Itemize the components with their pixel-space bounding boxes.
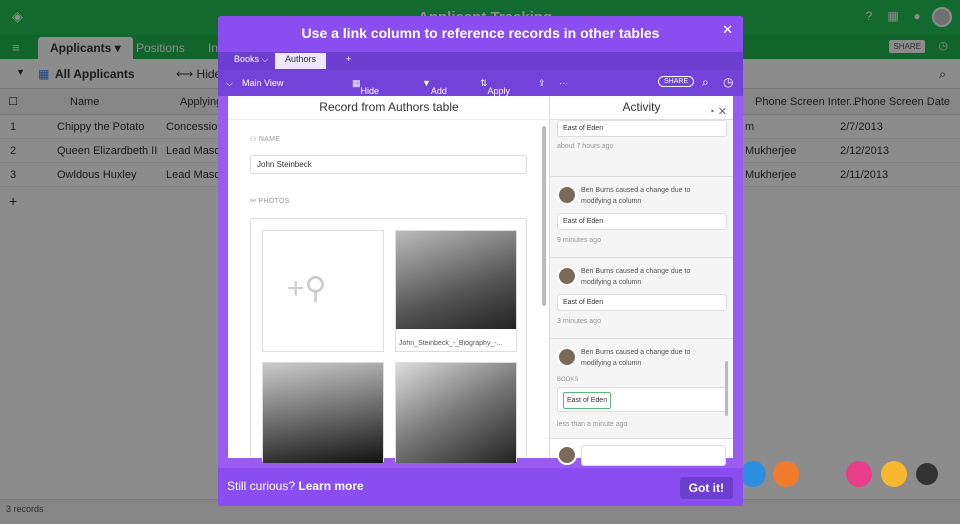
avatar xyxy=(557,347,577,367)
tab-authors[interactable]: Authors xyxy=(275,53,327,69)
calendar-icon[interactable] xyxy=(773,461,799,487)
tab-label: Books xyxy=(234,54,260,64)
photo-thumbnail xyxy=(396,363,516,463)
activity-item: Ben Burns caused a change due to modifyi… xyxy=(550,339,733,439)
linked-record-chip[interactable]: East of Eden xyxy=(563,392,612,409)
activity-text: Ben Burns caused a change due to modifyi… xyxy=(581,187,691,205)
activity-title: Activity ◔ ✕ xyxy=(550,96,733,120)
record-panel: Record from Authors table ⚇ NAME John St… xyxy=(228,96,550,463)
activity-panel: Activity ◔ ✕ East of Eden about 7 hours … xyxy=(550,96,733,466)
photos-field: +⚲ John_Steinbeck_-_Biography_-... xyxy=(250,218,527,463)
add-filter-button[interactable]: ▼ Add filter xyxy=(422,78,448,106)
activity-title-text: Activity xyxy=(622,100,661,114)
add-table-button[interactable]: + xyxy=(336,53,361,69)
record-title: Record from Authors table xyxy=(228,96,550,120)
hide-columns-button[interactable]: ▦ Hide columns xyxy=(352,78,394,106)
footer-text: Still curious? Learn more xyxy=(227,479,364,493)
paperclip-icon: +⚲ xyxy=(287,272,327,305)
more-icon[interactable]: ··· xyxy=(559,78,568,88)
tab-books[interactable]: Books ⌵ xyxy=(224,53,278,69)
expanded-record: Record from Authors table ⚇ NAME John St… xyxy=(228,96,733,466)
linked-record-chip[interactable]: East of Eden xyxy=(557,213,727,230)
close-icon[interactable]: ✕ xyxy=(718,106,727,118)
close-icon[interactable]: ✕ xyxy=(722,22,733,38)
photos-label: PHOTOS xyxy=(258,198,290,205)
rss-icon[interactable]: ◔ xyxy=(708,106,715,118)
activity-time: 9 minutes ago xyxy=(557,237,601,244)
paperclip-icon: ⚯ xyxy=(250,198,257,205)
comment-area xyxy=(550,439,733,466)
activity-time: 3 minutes ago xyxy=(557,318,601,325)
books-field-label: BOOKS xyxy=(557,377,579,383)
comment-input[interactable] xyxy=(581,445,726,466)
modal-toolbar: ⌵ Main View ▦ Hide columns ▼ Add filter … xyxy=(218,70,743,106)
avatar xyxy=(557,185,577,205)
export-icon[interactable]: ⇪ xyxy=(538,78,546,89)
more-icon[interactable] xyxy=(881,461,907,487)
linked-record-field: East of Eden xyxy=(557,387,727,412)
expand-icon[interactable] xyxy=(916,463,938,485)
history-icon[interactable]: ◷ xyxy=(723,75,733,89)
share-button[interactable]: SHARE xyxy=(658,76,695,87)
photo-thumbnail xyxy=(396,231,516,329)
photos-field-label: ⚯ PHOTOS xyxy=(250,197,290,205)
photo-caption: John_Steinbeck_-_Biography_-... xyxy=(399,340,503,347)
modal-title: Use a link column to reference records i… xyxy=(218,16,743,52)
name-label: NAME xyxy=(258,136,281,143)
activity-item: Ben Burns caused a change due to modifyi… xyxy=(550,258,733,339)
photo-attachment[interactable]: John_Steinbeck_-_Biography_-... xyxy=(395,230,517,352)
linked-record-chip[interactable]: East of Eden xyxy=(557,294,727,311)
person-icon: ⚇ xyxy=(250,136,257,143)
tutorial-modal: Use a link column to reference records i… xyxy=(218,16,743,506)
avatar xyxy=(557,445,577,465)
activity-text: Ben Burns caused a change due to modifyi… xyxy=(581,268,691,286)
add-attachment-button[interactable]: +⚲ xyxy=(262,230,384,352)
photo-attachment[interactable] xyxy=(395,362,517,463)
activity-item: Ben Burns caused a change due to modifyi… xyxy=(550,177,733,258)
chat-icon[interactable] xyxy=(846,461,872,487)
photo-attachment[interactable] xyxy=(262,362,384,463)
scrollbar[interactable] xyxy=(542,126,546,306)
footer-prompt: Still curious? xyxy=(227,479,299,493)
activity-time: less than a minute ago xyxy=(557,421,628,428)
name-field-label: ⚇ NAME xyxy=(250,135,280,143)
blocks-icon[interactable] xyxy=(740,461,766,487)
avatar xyxy=(557,266,577,286)
name-field[interactable]: John Steinbeck xyxy=(250,155,527,174)
got-it-button[interactable]: Got it! xyxy=(679,477,733,499)
collapse-icon[interactable]: ⌵ xyxy=(226,78,233,89)
scrollbar[interactable] xyxy=(725,361,728,416)
activity-text: Ben Burns caused a change due to modifyi… xyxy=(581,349,691,367)
learn-more-link[interactable]: Learn more xyxy=(298,479,363,493)
view-name[interactable]: Main View xyxy=(242,78,283,88)
search-icon[interactable]: ⌕ xyxy=(702,75,709,90)
photo-thumbnail xyxy=(263,363,383,463)
apply-sort-button[interactable]: ⇅ Apply sort xyxy=(480,78,510,106)
modal-tabs: Books ⌵ Authors + xyxy=(218,52,743,70)
activity-time: about 7 hours ago xyxy=(557,143,614,150)
modal-footer: Still curious? Learn more Got it! xyxy=(218,468,743,506)
activity-item: East of Eden about 7 hours ago xyxy=(550,120,733,177)
linked-record-chip[interactable]: East of Eden xyxy=(557,120,727,137)
